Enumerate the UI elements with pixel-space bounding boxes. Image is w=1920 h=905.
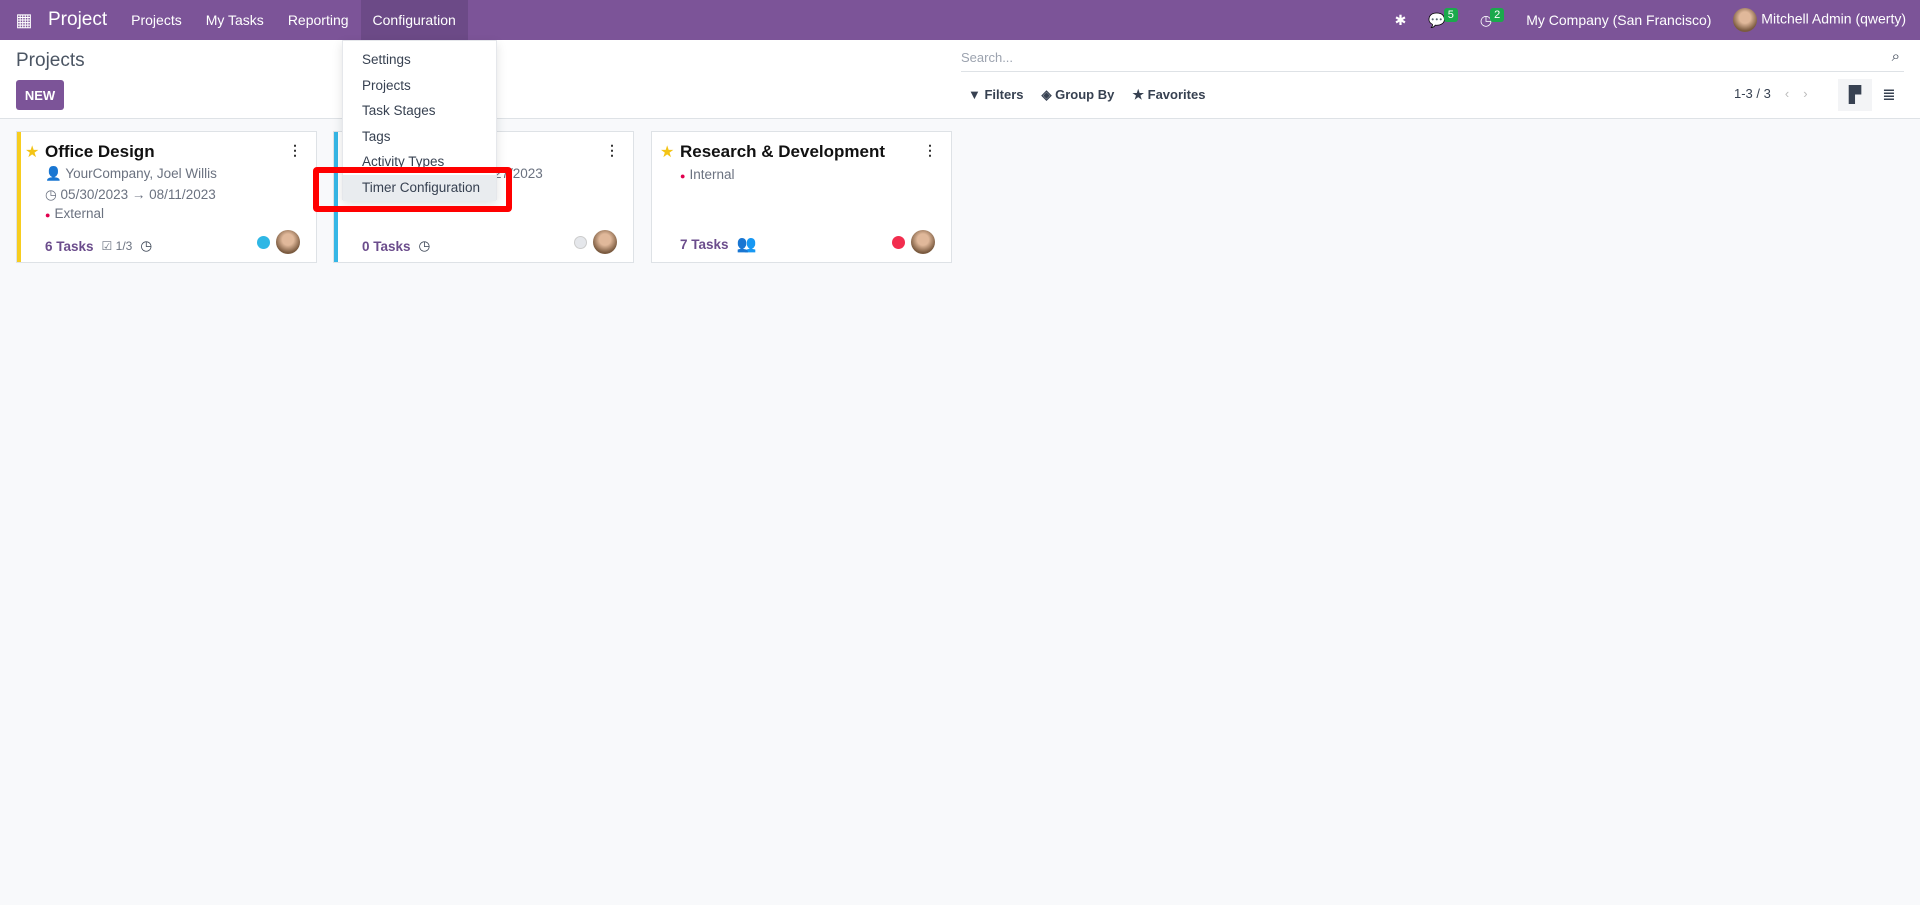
- apps-grid-icon[interactable]: ▦: [0, 10, 48, 31]
- favorites-button[interactable]: ★ Favorites: [1132, 87, 1205, 103]
- company-switcher[interactable]: My Company (San Francisco): [1526, 12, 1711, 28]
- project-card[interactable]: ★ Research & Development ⋮ Internal 7 Ta…: [651, 131, 952, 263]
- menu-configuration[interactable]: Configuration: [360, 0, 468, 40]
- manager-avatar: [276, 230, 300, 254]
- project-card[interactable]: ★ Office Design ⋮ 👤 YourCompany, Joel Wi…: [16, 131, 317, 263]
- favorites-label: Favorites: [1147, 87, 1206, 102]
- menu-item-settings[interactable]: Settings: [343, 47, 496, 73]
- user-menu[interactable]: Mitchell Admin (qwerty): [1733, 8, 1906, 32]
- favorite-star-icon[interactable]: ★: [660, 142, 674, 162]
- project-name: Office Design: [45, 142, 155, 161]
- project-dates: ◷ 05/30/2023 → 08/11/2023: [45, 187, 216, 203]
- pager-next-icon[interactable]: ›: [1803, 86, 1807, 101]
- date-start: 05/30/2023: [60, 187, 129, 202]
- highlight-annotation: [313, 167, 512, 212]
- messages-button[interactable]: 💬 5: [1428, 7, 1458, 29]
- project-tag: Internal: [680, 167, 734, 182]
- manager-avatar: [593, 230, 617, 254]
- tasks-link[interactable]: 6 Tasks: [45, 239, 94, 254]
- milestones-value: 1/3: [115, 239, 133, 253]
- activity-clock-icon[interactable]: ◷: [140, 238, 152, 254]
- messages-badge: 5: [1443, 7, 1458, 22]
- new-button[interactable]: NEW: [16, 80, 64, 110]
- app-brand[interactable]: Project: [48, 9, 107, 31]
- status-dot[interactable]: [257, 235, 270, 249]
- project-name: Research & Development: [680, 142, 886, 161]
- debug-bug-icon[interactable]: ✱: [1395, 12, 1407, 29]
- group-by-button[interactable]: ◈ Group By: [1042, 87, 1115, 103]
- kanban-view-icon[interactable]: ▛: [1838, 79, 1872, 111]
- date-end: 08/11/2023: [149, 187, 216, 202]
- users-group-icon[interactable]: 👥: [737, 234, 757, 254]
- top-navbar: ▦ Project Projects My Tasks Reporting Co…: [0, 0, 1920, 40]
- list-view-icon[interactable]: ≣: [1872, 79, 1906, 111]
- menu-reporting[interactable]: Reporting: [276, 0, 361, 40]
- color-bar: [17, 132, 21, 262]
- menu-item-projects[interactable]: Projects: [343, 73, 496, 99]
- tasks-link[interactable]: 0 Tasks: [362, 239, 411, 254]
- pager-prev-icon[interactable]: ‹: [1785, 86, 1789, 101]
- arrow-right-icon: →: [131, 187, 146, 202]
- clock-icon: ◷: [45, 187, 57, 202]
- user-icon: 👤: [45, 166, 62, 181]
- status-dot[interactable]: [892, 235, 905, 249]
- group-by-label: Group By: [1055, 87, 1115, 102]
- user-name: Mitchell Admin (qwerty): [1761, 10, 1906, 27]
- activities-badge: 2: [1490, 7, 1505, 22]
- search-placeholder: Search...: [961, 50, 1014, 65]
- tasks-link[interactable]: 7 Tasks: [680, 237, 729, 252]
- favorite-star-icon[interactable]: ★: [25, 142, 39, 162]
- filters-button[interactable]: ▼ Filters: [968, 87, 1024, 103]
- pager-value[interactable]: 1-3 / 3: [1734, 86, 1771, 101]
- menu-projects[interactable]: Projects: [119, 0, 194, 40]
- activity-clock-icon[interactable]: ◷: [419, 238, 431, 254]
- project-tag: External: [45, 206, 104, 221]
- milestones: ☑ 1/3: [101, 239, 133, 253]
- menu-item-tags[interactable]: Tags: [343, 124, 496, 150]
- more-options-icon[interactable]: ⋮: [288, 142, 302, 159]
- menu-my-tasks[interactable]: My Tasks: [194, 0, 276, 40]
- customer-text: YourCompany, Joel Willis: [65, 166, 217, 181]
- search-icon[interactable]: ⌕: [1892, 48, 1900, 65]
- menu-item-task-stages[interactable]: Task Stages: [343, 98, 496, 124]
- filters-label: Filters: [984, 87, 1024, 102]
- search-input[interactable]: Search... ⌕: [961, 46, 1904, 72]
- more-options-icon[interactable]: ⋮: [923, 142, 937, 159]
- control-panel: Projects NEW Search... ⌕ ▼ Filters ◈ Grou…: [0, 40, 1920, 119]
- project-customer: 👤 YourCompany, Joel Willis: [45, 166, 217, 182]
- status-dot[interactable]: [574, 235, 587, 249]
- more-options-icon[interactable]: ⋮: [605, 142, 619, 159]
- user-avatar: [1733, 8, 1758, 32]
- page-title: Projects: [16, 50, 85, 71]
- activities-button[interactable]: ◷ 2: [1480, 7, 1505, 29]
- manager-avatar: [911, 230, 935, 254]
